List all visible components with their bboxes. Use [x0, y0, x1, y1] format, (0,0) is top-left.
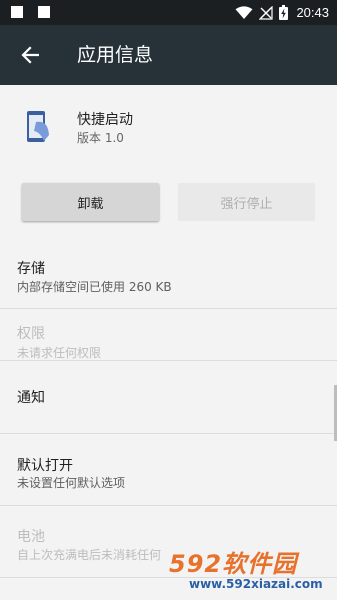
notification-icon — [11, 6, 23, 18]
app-header: 快捷启动 版本 1.0 — [0, 85, 337, 175]
notifications-row[interactable]: 通知 — [0, 361, 337, 434]
settings-list: 存储 内部存储空间已使用 260 KB 权限 未请求任何权限 通知 默认打开 未… — [0, 235, 337, 578]
app-name: 快捷启动 — [77, 112, 133, 128]
app-info-content: 快捷启动 版本 1.0 卸载 强行停止 存储 内部存储空间已使用 260 KB … — [0, 85, 337, 600]
row-title: 电池 — [17, 529, 45, 545]
page-title: 应用信息 — [77, 44, 154, 66]
force-stop-button[interactable]: 强行停止 — [178, 183, 315, 221]
uninstall-button[interactable]: 卸载 — [22, 183, 159, 221]
storage-row[interactable]: 存储 内部存储空间已使用 260 KB — [0, 235, 337, 309]
row-subtitle: 内部存储空间已使用 260 KB — [17, 280, 172, 294]
wifi-icon — [235, 5, 253, 19]
open-by-default-row[interactable]: 默认打开 未设置任何默认选项 — [0, 434, 337, 506]
app-version: 版本 1.0 — [77, 131, 124, 145]
clock: 20:43 — [296, 5, 329, 20]
app-bar: 应用信息 — [0, 25, 337, 85]
row-subtitle: 自上次充满电后未消耗任何 — [17, 548, 162, 562]
watermark-logo: 592软件园 www.592xiazai.com — [165, 538, 337, 600]
row-title: 通知 — [17, 390, 45, 406]
app-icon — [27, 111, 49, 142]
battery-charging-icon — [279, 5, 289, 20]
signal-icon — [259, 5, 274, 20]
row-title: 默认打开 — [17, 458, 73, 474]
arrow-back-icon — [21, 46, 39, 64]
row-subtitle: 未设置任何默认选项 — [17, 476, 126, 490]
row-title: 存储 — [17, 261, 45, 277]
row-title: 权限 — [17, 326, 45, 342]
row-subtitle: 未请求任何权限 — [17, 346, 102, 360]
notification-icon — [38, 6, 50, 18]
status-bar: 20:43 — [0, 0, 337, 25]
back-button[interactable] — [12, 37, 48, 73]
watermark-title: 592软件园 — [169, 550, 298, 578]
watermark-url: www.592xiazai.com — [189, 577, 323, 591]
permissions-row[interactable]: 权限 未请求任何权限 — [0, 309, 337, 361]
